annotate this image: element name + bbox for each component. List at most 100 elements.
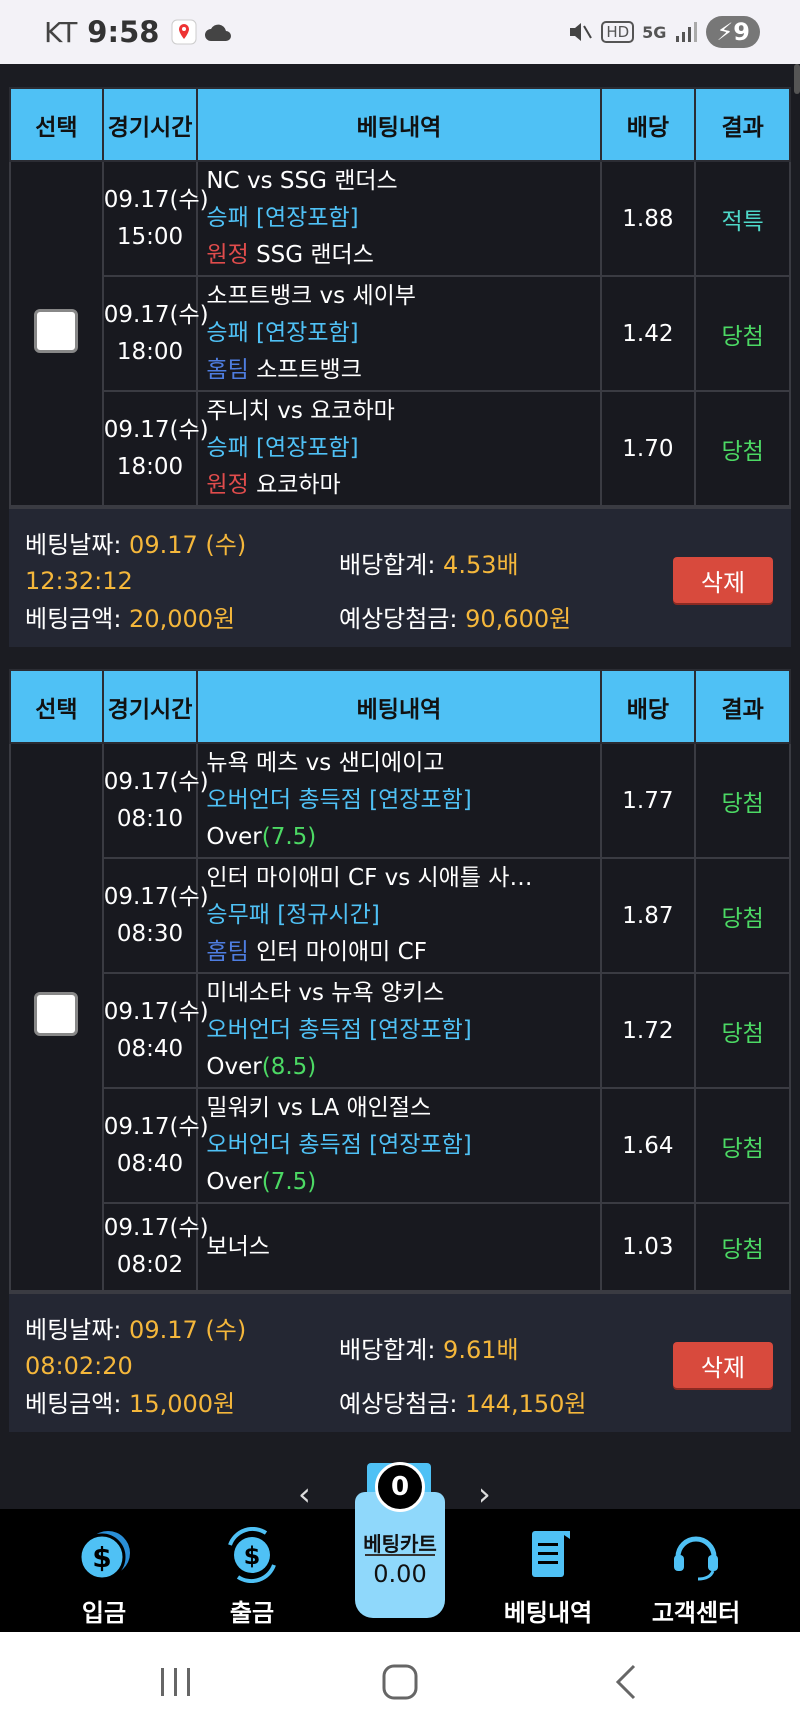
network-icon: 5G: [642, 22, 667, 42]
pick-tag: 홈팀: [206, 939, 249, 965]
col-select: 선택: [9, 669, 104, 744]
table-row: 09.17(수) 08:40 미네소타 vs 뉴욕 양키스 오버언더 총득점 [연…: [10, 972, 791, 1089]
clock: 9:58: [87, 15, 160, 49]
nav-support[interactable]: 고객센터: [636, 1509, 756, 1632]
next-page-button[interactable]: ›: [478, 1475, 491, 1513]
document-icon: [532, 1531, 570, 1577]
prev-page-button[interactable]: ‹: [298, 1475, 311, 1513]
bet-date-label: 베팅날짜:: [25, 531, 122, 559]
svg-text:$: $: [92, 1541, 111, 1574]
market-type: 승패 [연장포함]: [206, 205, 359, 231]
odds: 1.87: [599, 857, 697, 974]
pick-line: (7.5): [261, 824, 317, 850]
pick-team: Over: [206, 824, 262, 850]
expected-win: 90,600원: [465, 605, 572, 633]
bet-history-content: 선택 경기시간 베팅내역 배당 결과 09.17(수) 15:00 NC vs S…: [0, 64, 800, 1509]
result-badge: 당첨: [694, 857, 791, 974]
match-time: 08:40: [116, 1150, 184, 1177]
match-date: 09.17(수): [103, 883, 209, 910]
bet-date: 09.17 (수): [129, 1316, 247, 1344]
total-odds-label: 배당합계:: [339, 1336, 436, 1364]
bet-amount-label: 베팅금액:: [25, 605, 122, 633]
scrollbar[interactable]: [794, 64, 800, 94]
bet-time: 12:32:12: [25, 567, 133, 595]
match-time: 08:10: [116, 805, 184, 832]
total-odds: 4.53배: [443, 551, 519, 579]
select-checkbox[interactable]: [34, 308, 79, 353]
match-date: 09.17(수): [103, 301, 209, 328]
result-badge: 당첨: [694, 1087, 791, 1204]
match-date: 09.17(수): [103, 768, 209, 795]
pick-tag: 원정: [206, 472, 249, 498]
pick-team: SSG 랜더스: [256, 242, 374, 268]
pick: Over(8.5): [206, 1049, 598, 1086]
match-time: 15:00: [116, 223, 184, 250]
match-name: NC vs SSG 랜더스: [206, 168, 398, 194]
match-name: 보너스: [206, 1233, 270, 1260]
result-badge: 당첨: [694, 275, 791, 392]
nav-withdraw[interactable]: $ 출금: [192, 1509, 312, 1632]
cart-count-badge: 0: [375, 1462, 425, 1512]
table-row: 09.17(수) 08:30 인터 마이애미 CF vs 시애틀 사… 승무패 […: [10, 857, 791, 974]
cart-label: 베팅카트: [363, 1532, 437, 1556]
col-select: 선택: [9, 87, 104, 162]
total-odds: 9.61배: [443, 1336, 519, 1364]
nav-support-label: 고객센터: [651, 1599, 741, 1627]
pick: Over(7.5): [206, 1164, 598, 1201]
recent-apps-icon[interactable]: [158, 1660, 194, 1704]
match-date: 09.17(수): [103, 1215, 209, 1241]
pick: 원정 SSG 랜더스: [206, 237, 598, 274]
match-name: 뉴욕 메츠 vs 샌디에이고: [206, 750, 445, 776]
signal-icon: [676, 22, 698, 42]
back-icon[interactable]: [608, 1660, 644, 1704]
maps-icon: [171, 19, 197, 45]
odds: 1.42: [599, 275, 697, 392]
result-badge: 당첨: [694, 390, 791, 507]
home-icon[interactable]: [378, 1660, 422, 1704]
cloud-icon: [205, 24, 232, 41]
odds: 1.88: [599, 160, 697, 277]
nav-deposit[interactable]: $ 입금: [44, 1509, 164, 1632]
pick-team: 인터 마이애미 CF: [256, 939, 427, 965]
nav-withdraw-label: 출금: [229, 1599, 275, 1627]
pick-tag: 홈팀: [206, 357, 249, 383]
svg-text:$: $: [244, 1542, 261, 1570]
delete-button[interactable]: 삭제: [673, 1342, 773, 1388]
pick: Over(7.5): [206, 819, 598, 856]
match-name: 소프트뱅크 vs 세이부: [206, 283, 416, 309]
bet-table: 선택 경기시간 베팅내역 배당 결과 09.17(수) 15:00 NC vs S…: [9, 87, 791, 507]
market-type: 승패 [연장포함]: [206, 320, 359, 346]
pick: 홈팀 소프트뱅크: [206, 352, 598, 389]
bet-amount: 20,000원: [129, 605, 236, 633]
nav-history-label: 베팅내역: [503, 1599, 593, 1627]
table-row: 09.17(수) 18:00 소프트뱅크 vs 세이부 승패 [연장포함] 홈팀 …: [10, 275, 791, 392]
result-badge: 당첨: [694, 1202, 791, 1292]
table-row: 09.17(수) 08:10 뉴욕 메츠 vs 샌디에이고 오버언더 총득점 [연…: [9, 742, 791, 1292]
market-type: 오버언더 총득점 [연장포함]: [206, 1017, 472, 1043]
match-name: 인터 마이애미 CF vs 시애틀 사…: [206, 865, 533, 891]
match-name: 미네소타 vs 뉴욕 양키스: [206, 980, 445, 1006]
expected-win-label: 예상당첨금:: [339, 605, 458, 633]
nav-deposit-label: 입금: [81, 1599, 127, 1627]
match-date: 09.17(수): [103, 186, 209, 213]
select-cell: [9, 160, 104, 507]
market-type: 승패 [연장포함]: [206, 435, 359, 461]
pick-team: Over: [206, 1054, 262, 1080]
hd-icon: HD: [601, 21, 635, 43]
market-type: 오버언더 총득점 [연장포함]: [206, 787, 472, 813]
pick-team: 소프트뱅크: [256, 357, 362, 383]
pick: 홈팀 인터 마이애미 CF: [206, 934, 598, 971]
bet-date: 09.17 (수): [129, 531, 247, 559]
exchange-coin-icon: $: [228, 1527, 276, 1583]
pick-team: 요코하마: [256, 472, 341, 498]
table-row: 09.17(수) 08:02 보너스 1.03 당첨: [10, 1202, 791, 1292]
col-result: 결과: [694, 669, 791, 744]
match-time: 08:02: [116, 1252, 184, 1278]
odds: 1.70: [599, 390, 697, 507]
betting-cart-button[interactable]: 0 베팅카트 0.00: [355, 1462, 445, 1622]
select-checkbox[interactable]: [34, 992, 79, 1036]
nav-history[interactable]: 베팅내역: [488, 1509, 608, 1632]
col-time: 경기시간: [101, 87, 199, 162]
odds: 1.77: [599, 742, 697, 859]
delete-button[interactable]: 삭제: [673, 557, 773, 603]
